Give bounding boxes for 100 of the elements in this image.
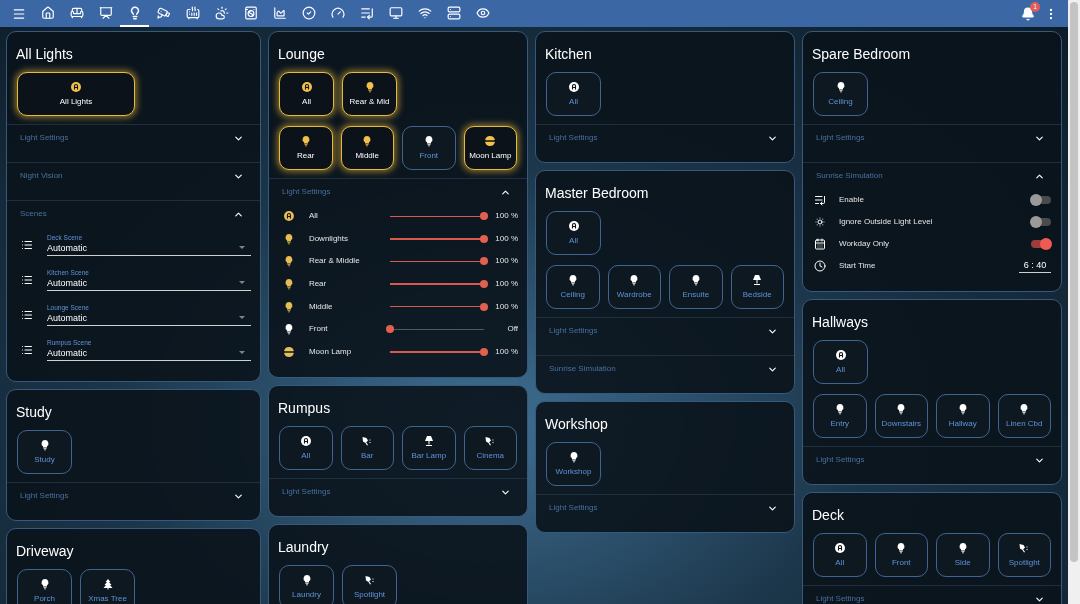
light-button[interactable]: Ceiling xyxy=(546,265,600,309)
section-header[interactable]: Light Settings xyxy=(803,125,1061,151)
light-button[interactable]: Front xyxy=(874,533,928,577)
slider-track[interactable] xyxy=(390,346,485,357)
light-button[interactable]: Wardrobe xyxy=(607,265,661,309)
light-button[interactable]: Porch xyxy=(17,569,72,604)
light-button[interactable]: Spotlight xyxy=(342,565,397,604)
washing-machine-icon xyxy=(243,5,258,20)
time-field[interactable]: 6 : 40 xyxy=(1019,258,1051,274)
light-button[interactable]: Rear & Mid xyxy=(342,72,397,116)
section-header[interactable]: Light Settings xyxy=(269,479,527,506)
section-header[interactable]: Night Vision xyxy=(7,163,260,189)
light-button[interactable]: Front xyxy=(402,126,456,170)
screen-icon xyxy=(98,5,113,20)
circled-a-icon xyxy=(834,348,847,361)
light-button[interactable]: Bar Lamp xyxy=(402,426,456,471)
card-title: Driveway xyxy=(15,542,75,560)
level-reading: 100 % xyxy=(494,232,518,245)
light-button[interactable]: Cinema xyxy=(463,426,517,471)
gauge-icon xyxy=(330,5,345,20)
light-button[interactable]: Entry xyxy=(813,394,867,438)
light-button[interactable]: Linen Cbd xyxy=(997,394,1051,438)
section-header[interactable]: Light Settings xyxy=(803,586,1061,604)
circled-a-icon xyxy=(299,434,312,447)
slider-track[interactable] xyxy=(390,256,485,267)
light-label: Middle xyxy=(308,300,334,313)
card-title: Master Bedroom xyxy=(544,184,650,202)
menu-icon xyxy=(11,6,26,21)
list-icon xyxy=(21,273,33,286)
light-button[interactable]: Rear xyxy=(279,126,333,170)
light-button[interactable]: All xyxy=(546,211,601,255)
lamp-icon xyxy=(422,434,435,447)
light-button[interactable]: All xyxy=(813,340,868,384)
slider-track[interactable] xyxy=(390,211,485,222)
light-button[interactable]: All xyxy=(546,72,601,116)
light-button[interactable]: Ensuite xyxy=(669,265,723,309)
level-reading: 100 % xyxy=(494,278,518,291)
section-header[interactable]: Light Settings xyxy=(803,447,1061,473)
toggle-switch[interactable] xyxy=(1031,196,1051,204)
level-reading: 100 % xyxy=(494,300,518,313)
light-button[interactable]: Study xyxy=(17,430,72,474)
section-header[interactable]: Light Settings xyxy=(7,483,260,509)
eye-icon xyxy=(475,5,490,20)
light-button[interactable]: Spotlight xyxy=(997,533,1051,577)
light-button[interactable]: Xmas Tree xyxy=(80,569,135,604)
light-button[interactable]: Ceiling xyxy=(813,72,868,116)
home-icon xyxy=(40,5,55,20)
slider-handle[interactable] xyxy=(480,234,489,243)
section-header[interactable]: Light Settings xyxy=(7,125,260,151)
scrollbar[interactable] xyxy=(1068,0,1080,604)
section-header[interactable]: Light Settings xyxy=(536,125,794,151)
globe-lamp-icon xyxy=(484,134,497,147)
circled-a-icon xyxy=(567,80,580,93)
server-icon xyxy=(446,5,461,20)
light-button[interactable]: All xyxy=(279,426,333,471)
light-button[interactable]: All Lights xyxy=(17,72,135,116)
card-title: Lounge xyxy=(277,45,326,63)
slider-handle[interactable] xyxy=(480,347,489,356)
light-button[interactable]: Laundry xyxy=(279,565,334,604)
toggle-switch[interactable] xyxy=(1031,240,1051,248)
level-reading: Off xyxy=(506,323,518,336)
section-header[interactable]: Sunrise Simulation xyxy=(803,163,1061,189)
heater-icon xyxy=(185,5,200,20)
slider-handle[interactable] xyxy=(480,257,489,266)
lamp-icon xyxy=(751,273,764,286)
light-button[interactable]: Bedside xyxy=(730,265,784,309)
toggle-switch[interactable] xyxy=(1031,218,1051,226)
section-header[interactable]: Light Settings xyxy=(536,495,794,521)
card-title: Study xyxy=(15,403,53,421)
section-header[interactable]: Sunrise Simulation xyxy=(536,356,794,382)
section-header[interactable]: Light Settings xyxy=(269,179,527,205)
light-button[interactable]: Middle xyxy=(340,126,394,170)
light-button[interactable]: Bar xyxy=(340,426,394,471)
light-label: Moon Lamp xyxy=(308,345,353,358)
spotlight-icon xyxy=(1018,541,1031,554)
level-reading: 100 % xyxy=(494,210,518,223)
slider-track[interactable] xyxy=(390,301,485,312)
slider-track[interactable] xyxy=(390,233,485,244)
light-button[interactable]: Side xyxy=(936,533,990,577)
light-button[interactable]: All xyxy=(813,533,867,577)
light-button[interactable]: All xyxy=(279,72,334,116)
section-header[interactable]: Light Settings xyxy=(536,318,794,344)
setting-label: Start Time xyxy=(839,260,877,272)
slider-handle[interactable] xyxy=(480,212,489,221)
light-button[interactable]: Moon Lamp xyxy=(463,126,517,170)
playlist-icon xyxy=(814,194,826,206)
light-button[interactable]: Hallway xyxy=(936,394,990,438)
setting-label: Ignore Outside Light Level xyxy=(839,216,934,228)
dropdown-caret-icon xyxy=(239,246,245,250)
light-button[interactable]: Workshop xyxy=(546,442,601,486)
card-title: Kitchen xyxy=(544,45,593,63)
slider-handle[interactable] xyxy=(386,325,395,334)
spotlight-icon xyxy=(484,434,497,447)
light-button[interactable]: Downstairs xyxy=(874,394,928,438)
spotlight-icon xyxy=(361,434,374,447)
setting-label: Enable xyxy=(839,194,865,206)
section-header[interactable]: Scenes xyxy=(7,201,260,227)
slider-handle[interactable] xyxy=(480,302,489,311)
slider-track[interactable] xyxy=(390,279,485,290)
slider-handle[interactable] xyxy=(480,280,489,289)
